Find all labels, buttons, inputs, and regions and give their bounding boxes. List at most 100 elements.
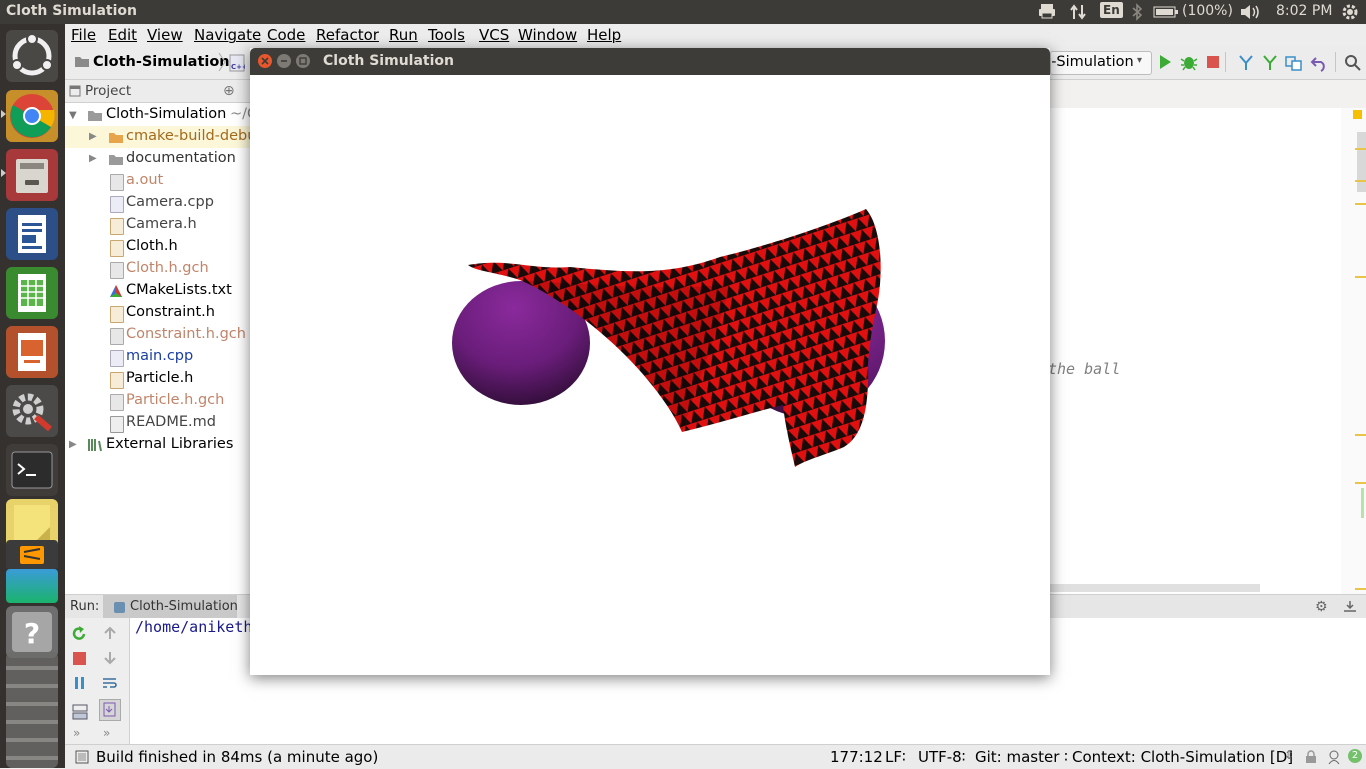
layout-icon[interactable] xyxy=(72,704,88,724)
scroll-down-icon[interactable] xyxy=(103,651,117,669)
expanded-arrow-icon[interactable]: ▼ xyxy=(69,110,77,121)
cloth-simulation-window[interactable]: Cloth Simulation xyxy=(250,48,1050,675)
rerun-icon[interactable] xyxy=(71,626,87,646)
session-gear-icon[interactable] xyxy=(1341,3,1359,25)
minimize-icon[interactable] xyxy=(277,54,291,68)
stripe-mark[interactable] xyxy=(1355,148,1366,150)
maximize-icon[interactable] xyxy=(296,54,310,68)
tree-item-file[interactable]: a.out xyxy=(65,170,250,192)
menu-code[interactable]: Code xyxy=(267,26,305,44)
run-configuration-select[interactable]: h-Simulation ▾ xyxy=(1042,51,1152,75)
scroll-to-end-toggle[interactable] xyxy=(99,699,121,721)
impress-icon[interactable] xyxy=(6,326,58,378)
calc-icon[interactable] xyxy=(6,267,58,319)
stop-icon[interactable] xyxy=(1206,55,1220,73)
breadcrumb-project[interactable]: Cloth-Simulation xyxy=(93,54,230,70)
keyboard-layout-indicator[interactable]: En xyxy=(1100,2,1123,18)
tree-item-file[interactable]: Constraint.h.gch xyxy=(65,324,250,346)
clock[interactable]: 8:02 PM xyxy=(1276,3,1332,19)
tree-item-file[interactable]: README.md xyxy=(65,412,250,434)
stripe-mark[interactable] xyxy=(1355,276,1366,278)
soft-wrap-icon[interactable] xyxy=(101,675,119,695)
ubuntu-dash-icon[interactable] xyxy=(6,30,58,82)
tree-item-file[interactable]: Cloth.h xyxy=(65,236,250,258)
context-selector[interactable]: Context: Cloth-Simulation [D] xyxy=(1072,748,1293,766)
close-icon[interactable] xyxy=(258,54,272,68)
printer-icon[interactable] xyxy=(1038,3,1056,23)
project-panel-label[interactable]: Project xyxy=(85,83,131,99)
stripe-mark[interactable] xyxy=(1355,180,1366,182)
tree-item-file[interactable]: Cloth.h.gch xyxy=(65,258,250,280)
tree-item-file[interactable]: CMakeLists.txt xyxy=(65,280,250,302)
menu-edit[interactable]: Edit xyxy=(108,26,137,44)
tree-item-libraries[interactable]: ▶ External Libraries xyxy=(65,434,250,456)
workspace-switcher-icon[interactable] xyxy=(6,652,58,768)
line-separator[interactable]: LF∶ xyxy=(885,748,906,766)
file-encoding[interactable]: UTF-8∶ xyxy=(918,748,966,766)
analysis-status-icon[interactable] xyxy=(1353,110,1362,119)
vcs-commit-icon[interactable] xyxy=(1261,54,1279,76)
collapsed-arrow-icon[interactable]: ▶ xyxy=(89,131,97,142)
tree-item-file[interactable]: Constraint.h xyxy=(65,302,250,324)
error-stripe[interactable] xyxy=(1341,108,1366,603)
tree-item-file[interactable]: Camera.h xyxy=(65,214,250,236)
sublime-text-icon[interactable] xyxy=(6,540,58,570)
opengl-canvas[interactable] xyxy=(250,75,1050,675)
collapsed-arrow-icon[interactable]: ▶ xyxy=(89,153,97,164)
menu-navigate[interactable]: Navigate xyxy=(194,26,261,44)
volume-icon[interactable] xyxy=(1239,3,1261,25)
stripe-mark[interactable] xyxy=(1355,434,1366,436)
writer-icon[interactable] xyxy=(6,208,58,260)
status-message[interactable]: Build finished in 84ms (a minute ago) xyxy=(96,748,378,766)
bluetooth-icon[interactable] xyxy=(1131,3,1143,25)
terminal-icon[interactable] xyxy=(6,444,58,496)
more-icon[interactable]: » xyxy=(73,726,80,740)
stripe-mark[interactable] xyxy=(1355,203,1366,205)
git-branch[interactable]: Git: master ∶ xyxy=(975,748,1068,766)
tree-item-file[interactable]: main.cpp xyxy=(65,346,250,368)
event-log-badge[interactable]: 2 xyxy=(1348,749,1362,763)
pause-icon[interactable] xyxy=(73,676,87,694)
tree-item-file[interactable]: Particle.h.gch xyxy=(65,390,250,412)
caret-position[interactable]: 177:12 xyxy=(830,748,883,766)
settings-gear-icon[interactable]: ⚙ xyxy=(1315,599,1328,615)
help-icon[interactable]: ? xyxy=(6,606,58,658)
system-settings-icon[interactable] xyxy=(6,385,58,437)
more-icon[interactable]: » xyxy=(103,726,110,740)
menu-help[interactable]: Help xyxy=(587,26,621,44)
sync-icon[interactable]: ⊕ xyxy=(223,83,235,99)
tree-item-folder[interactable]: ▶ cmake-build-debug xyxy=(65,126,266,148)
vcs-compare-icon[interactable] xyxy=(1285,54,1303,76)
menu-file[interactable]: File xyxy=(71,26,96,44)
change-mark[interactable] xyxy=(1361,488,1364,518)
tree-item-folder[interactable]: ▶ documentation xyxy=(65,148,250,170)
stripe-mark[interactable] xyxy=(1355,588,1366,590)
tree-item-root[interactable]: ▼ Cloth-Simulation ~/C xyxy=(65,104,257,126)
menu-vcs[interactable]: VCS xyxy=(479,26,509,44)
stop-icon[interactable] xyxy=(73,652,86,669)
menu-run[interactable]: Run xyxy=(389,26,418,44)
files-icon[interactable] xyxy=(6,149,58,201)
search-icon[interactable] xyxy=(1344,54,1362,76)
tree-item-file[interactable]: Particle.h xyxy=(65,368,250,390)
run-icon[interactable] xyxy=(1157,54,1173,74)
chevron-updown-icon[interactable]: ⇕ xyxy=(1284,748,1294,762)
stripe-mark[interactable] xyxy=(1355,482,1366,484)
stacked-app-icon[interactable] xyxy=(6,569,58,603)
inspector-icon[interactable] xyxy=(1326,749,1342,769)
tool-windows-icon[interactable] xyxy=(75,750,89,768)
scrollbar-thumb[interactable] xyxy=(1357,132,1366,192)
network-icon[interactable] xyxy=(1069,3,1087,25)
debug-icon[interactable] xyxy=(1180,53,1198,75)
lock-icon[interactable] xyxy=(1304,750,1318,768)
chrome-icon[interactable] xyxy=(6,90,58,142)
vcs-update-icon[interactable] xyxy=(1237,54,1255,76)
menu-window[interactable]: Window xyxy=(518,26,577,44)
menu-view[interactable]: View xyxy=(147,26,183,44)
menu-tools[interactable]: Tools xyxy=(428,26,465,44)
scroll-up-icon[interactable] xyxy=(103,626,117,644)
vcs-revert-icon[interactable] xyxy=(1310,54,1328,76)
battery-icon[interactable] xyxy=(1153,6,1179,22)
window-titlebar[interactable]: Cloth Simulation xyxy=(250,48,1050,75)
hide-panel-icon[interactable] xyxy=(1343,599,1357,617)
